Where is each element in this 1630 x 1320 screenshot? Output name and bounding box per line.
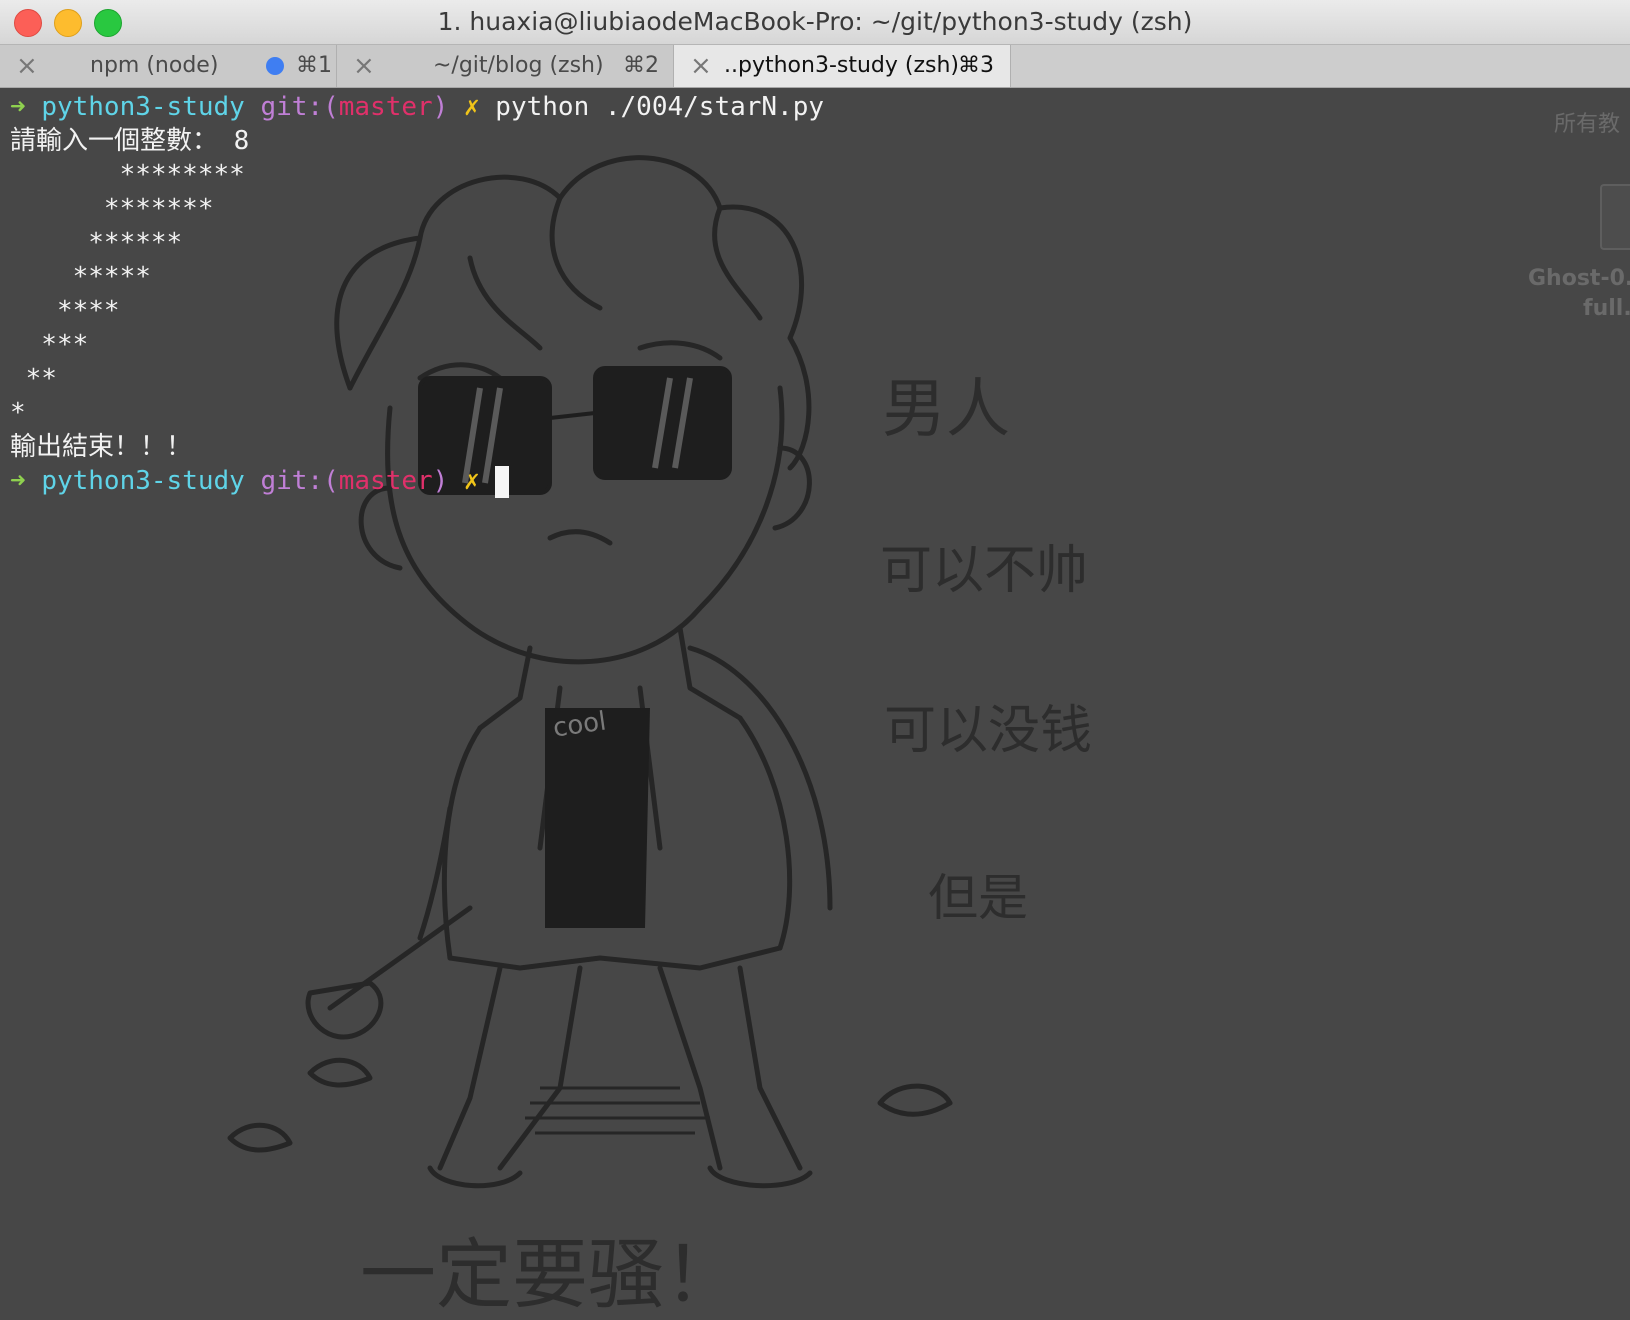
star-line: ******* (10, 194, 214, 224)
prompt-git-prefix: git:( (260, 466, 339, 496)
tab-label: ~/git/blog (zsh) (433, 53, 604, 78)
prompt-dirty-mark: ✗ (463, 92, 480, 122)
tab-label: npm (node) (90, 53, 219, 78)
title-bar[interactable]: 1. huaxia@liubiaodeMacBook-Pro: ~/git/py… (0, 0, 1630, 45)
tab-shortcut: ⌘2 (623, 53, 659, 78)
tab-close-icon[interactable]: × (690, 45, 712, 87)
star-line: ****** (10, 228, 183, 258)
prompt-arrow-icon: ➜ (10, 92, 26, 122)
prompt-directory: python3-study (41, 92, 245, 122)
input-prompt-text: 請輸入一個整數： (10, 126, 219, 156)
prompt-branch: master (338, 92, 433, 122)
wallpaper-text-3: 可以没钱 (884, 701, 1093, 761)
tab-shortcut: ⌘3 (958, 53, 994, 78)
prompt-dirty-mark: ✗ (463, 466, 480, 496)
prompt-git-suffix: ) (432, 466, 449, 496)
desktop-label-3: full. (1583, 296, 1630, 321)
prompt-branch: master (338, 466, 433, 496)
tab-close-icon[interactable]: × (16, 45, 38, 87)
star-line: *** (10, 330, 89, 360)
star-line: ***** (10, 262, 151, 292)
star-line: ******** (10, 160, 245, 190)
tab-label: ..python3-study (zsh) (724, 53, 960, 78)
prompt-git-prefix: git:( (260, 92, 339, 122)
terminal-output: ➜ python3-study git:(master) ✗ python ./… (10, 90, 824, 498)
active-prompt-line[interactable]: ➜ python3-study git:(master) ✗ (10, 464, 824, 498)
text-cursor[interactable] (495, 465, 510, 498)
tab-npm-node[interactable]: × npm (node) ⌘1 (0, 45, 337, 87)
prompt-directory: python3-study (41, 466, 245, 496)
command-text: python ./004/starN.py (495, 92, 825, 122)
input-value: 8 (233, 126, 250, 156)
tab-blog-zsh[interactable]: × ~/git/blog (zsh) ⌘2 (337, 45, 674, 87)
desktop-label-1: 所有教 (1554, 112, 1621, 137)
desktop-file-icon (1600, 184, 1630, 250)
star-line: ** (10, 364, 57, 394)
wallpaper-text-4: 但是 (928, 869, 1028, 927)
desktop-label-2: Ghost-0. (1528, 266, 1630, 291)
tab-shortcut: ⌘1 (296, 53, 332, 78)
terminal-window: 1. huaxia@liubiaodeMacBook-Pro: ~/git/py… (0, 0, 1630, 1320)
activity-dot-icon (266, 57, 284, 75)
command-line: ➜ python3-study git:(master) ✗ python ./… (10, 90, 824, 124)
tab-python3-study-zsh[interactable]: × ..python3-study (zsh) ⌘3 (674, 45, 1011, 87)
window-title: 1. huaxia@liubiaodeMacBook-Pro: ~/git/py… (437, 7, 1193, 36)
tab-close-icon[interactable]: × (353, 45, 375, 87)
tab-bar: × npm (node) ⌘1 × ~/git/blog (zsh) ⌘2 × … (0, 45, 1630, 88)
wallpaper-text-1: 男人 (882, 373, 1010, 447)
star-line: * (10, 398, 26, 428)
input-line: 請輸入一個整數： 8 (10, 124, 824, 158)
prompt-arrow-icon: ➜ (10, 466, 26, 496)
end-message: 輸出結束！！！ (10, 432, 193, 462)
prompt-git-suffix: ) (432, 92, 449, 122)
wallpaper-text-5: 一定要骚！ (360, 1230, 740, 1319)
wallpaper-text-2: 可以不帅 (880, 541, 1089, 601)
terminal-content[interactable]: 男人 可以不帅 可以没钱 但是 一定要骚！ cool 所有教 Ghost-0. … (0, 88, 1630, 1320)
star-line: **** (10, 296, 120, 326)
